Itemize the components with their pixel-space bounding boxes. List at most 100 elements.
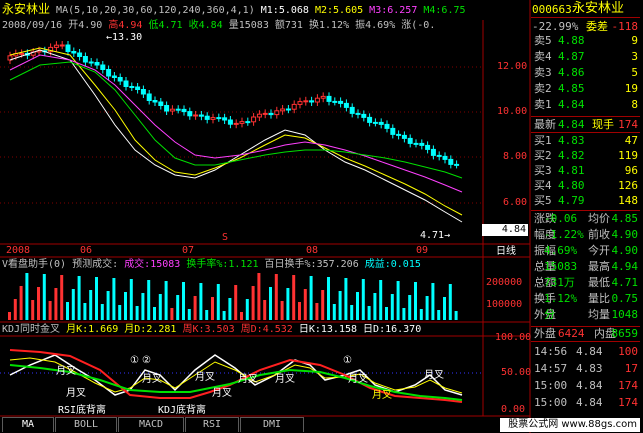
latest-price: 4.84 (558, 118, 585, 131)
cross-label: 月叉 (372, 390, 392, 401)
period-label[interactable]: 日线 (496, 246, 516, 257)
buy-level-label: 买1 (534, 134, 552, 147)
candle-body (274, 110, 280, 116)
volume-bar (8, 312, 11, 320)
divider (531, 341, 640, 342)
candle-body (140, 89, 146, 95)
stock-name[interactable]: 永安林业 (2, 2, 50, 16)
tab-boll[interactable]: BOLL (55, 417, 117, 432)
volume-bar (77, 276, 81, 320)
kdj-title[interactable]: KDJ同时金叉 (2, 324, 60, 335)
stat-value: 15083 (544, 260, 578, 273)
neipan-value: 8659 (611, 327, 639, 340)
volume-bar (25, 273, 29, 320)
stat-row: 总量 15083 最高 4.94 (532, 260, 640, 273)
stat-label-2: 量比 (588, 292, 610, 305)
volume-bar (205, 310, 209, 320)
tick-price: 4.83 (576, 362, 603, 375)
buy-volume: 148 (618, 194, 638, 207)
candle-body (216, 117, 222, 120)
high-label: 高4.94 (108, 20, 143, 31)
stat-row: 总额 731万 最低 4.71 (532, 276, 640, 289)
sell-level-label: 卖3 (534, 66, 552, 79)
tick-time: 14:56 (534, 345, 568, 358)
tick-volume: 17 (624, 362, 638, 375)
candle-body (169, 108, 175, 112)
xianshou-label: 现手 (592, 118, 614, 131)
volume-bar (315, 303, 319, 320)
volume-bar (361, 279, 365, 320)
sell-volume: 9 (631, 34, 638, 47)
volume-bar (199, 283, 203, 320)
volume-bar (321, 290, 325, 320)
volume-bar (251, 286, 255, 320)
stat-label-2: 今开 (588, 244, 610, 257)
tab-macd[interactable]: MACD (118, 417, 184, 432)
tick-price: 4.84 (576, 379, 603, 392)
candle-body (280, 108, 286, 112)
candle-body (123, 80, 129, 87)
volume-bar (344, 278, 348, 320)
volume-bar (332, 304, 336, 320)
volume-bar (89, 290, 93, 320)
open-label: 开4.90 (68, 20, 103, 31)
volume-bar (124, 292, 127, 320)
cross-label: 月叉 (66, 388, 86, 399)
candle-body (448, 158, 454, 165)
tab-ma[interactable]: MA (2, 417, 54, 432)
buy-price: 4.79 (558, 194, 585, 207)
volume-bar (176, 295, 180, 320)
daily-k: 日K:13.158 (298, 324, 358, 335)
buy-level-label: 买2 (534, 149, 552, 162)
candle-body (106, 69, 112, 77)
sell-level-label: 卖4 (534, 50, 552, 63)
x-tick-06: 06 (80, 245, 93, 256)
monthly-k: 月K:1.669 (66, 324, 119, 335)
volume-panel-title[interactable]: V看盘助手(0) (2, 259, 66, 270)
volume-bar (240, 312, 243, 320)
ma-m2-value: M2:5.605 (314, 5, 364, 16)
divider (531, 132, 640, 133)
stat-value-2: 4.90 (611, 228, 639, 241)
tab-dmi[interactable]: DMI (240, 417, 304, 432)
candle-body (59, 44, 65, 47)
buy-volume: 126 (618, 179, 638, 192)
turnover-label: 换1.12% (308, 20, 350, 31)
tick-time: 14:57 (534, 362, 568, 375)
candle-body (210, 117, 216, 120)
volume-bar (164, 281, 168, 320)
volume-bar (31, 300, 35, 320)
volume-bar (187, 309, 191, 320)
stat-row: 涨跌 -0.06 均价 4.85 (532, 212, 640, 225)
predict-label: 预测成交: (72, 259, 119, 270)
volume-bar (170, 308, 174, 320)
stat-value: 4.69% (544, 244, 578, 257)
kdj-divergence-label: KDJ底背离 (158, 405, 207, 416)
candle-body (71, 51, 77, 54)
buy-row: 买5 4.79 148 (532, 194, 640, 207)
volume-bar (396, 281, 400, 320)
tab-rsi[interactable]: RSI (185, 417, 239, 432)
candle-body (332, 100, 338, 103)
stat-row: 换手 1.12% 量比 0.75 (532, 292, 640, 305)
buy-row: 买2 4.82 119 (532, 149, 640, 162)
moving-average-lines (9, 47, 463, 223)
vol-tick-100000: 100000 (486, 299, 523, 310)
sell-price: 4.84 (558, 98, 585, 111)
candle-body (111, 75, 117, 78)
weekly-k: 周K:3.503 (182, 324, 235, 335)
volume-bar (443, 297, 446, 320)
volume-bar (448, 284, 452, 320)
volume-bar (269, 287, 272, 320)
candle-body (355, 112, 361, 115)
volume-bar (141, 293, 145, 320)
close-label: 收4.84 (188, 20, 223, 31)
candle-body (88, 61, 94, 64)
candle-body (436, 154, 442, 157)
candle-body (390, 127, 396, 135)
cross-label: 月叉 (56, 366, 76, 377)
volume-bars (8, 273, 458, 320)
sell-level-label: 卖2 (534, 82, 552, 95)
candle-body (146, 93, 152, 101)
vol-tick-200000: 200000 (486, 277, 523, 288)
